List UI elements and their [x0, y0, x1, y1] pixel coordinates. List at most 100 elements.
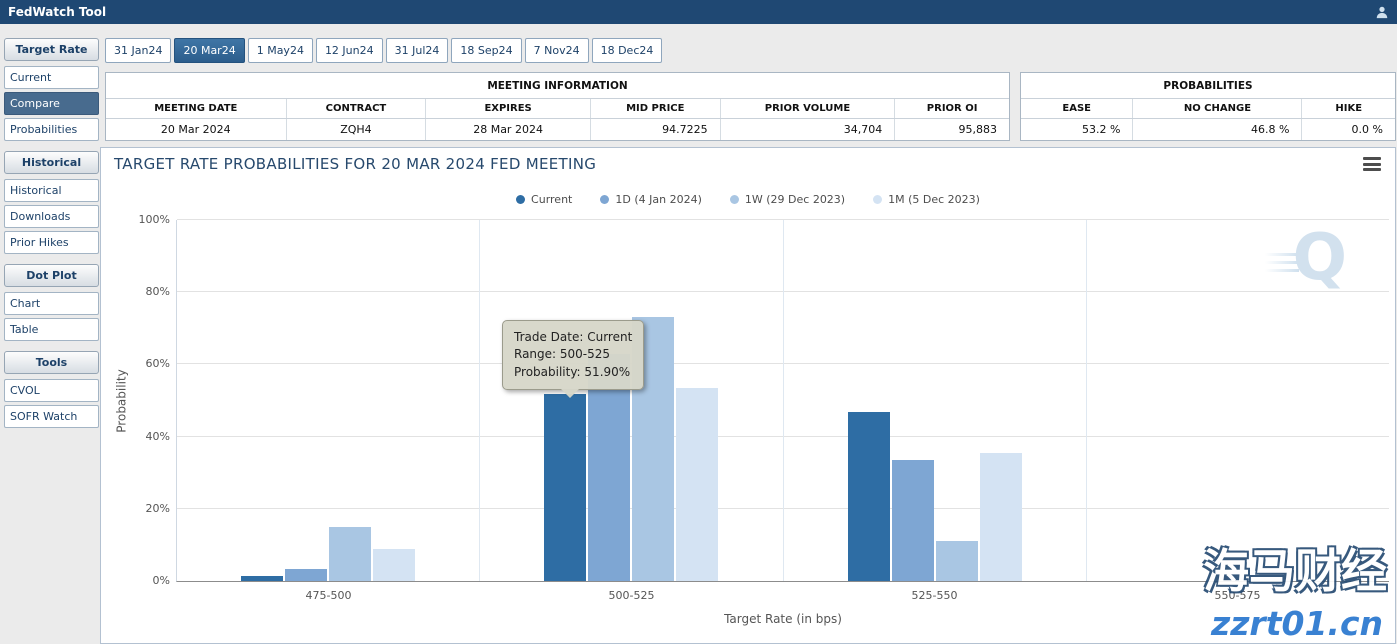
sidebar-group-dot-plot[interactable]: Dot Plot [4, 264, 99, 287]
legend-item-current[interactable]: Current [516, 193, 572, 206]
user-icon[interactable] [1375, 5, 1389, 19]
y-tick-0: 0% [153, 574, 170, 587]
tab-18-dec24[interactable]: 18 Dec24 [592, 38, 663, 63]
legend-dot-current [516, 195, 525, 204]
cell-28-mar-2024: 28 Mar 2024 [425, 119, 590, 140]
meeting-info-value-row: 20 Mar 2024ZQH428 Mar 202494.722534,7049… [106, 118, 1009, 140]
bar-1d-4-jan-2024-475-500[interactable] [285, 569, 327, 581]
sidebar-item-historical[interactable]: Historical [4, 179, 99, 202]
tab-20-mar24[interactable]: 20 Mar24 [174, 38, 244, 63]
cell-20-mar-2024: 20 Mar 2024 [106, 119, 286, 140]
tab-7-nov24[interactable]: 7 Nov24 [525, 38, 589, 63]
bar-groups [177, 220, 1389, 581]
legend: Current 1D (4 Jan 2024) 1W (29 Dec 2023) 1M… [101, 193, 1395, 206]
legend-label-1d-4-jan-2024: 1D (4 Jan 2024) [615, 193, 702, 206]
tooltip-probability: Probability: 51.90% [514, 364, 632, 381]
legend-item-1d-4-jan-2024[interactable]: 1D (4 Jan 2024) [600, 193, 702, 206]
chart-title: TARGET RATE PROBABILITIES FOR 20 MAR 202… [114, 155, 596, 173]
tab-12-jun24[interactable]: 12 Jun24 [316, 38, 383, 63]
col-header-prior-oi: PRIOR OI [894, 99, 1009, 118]
sidebar-item-sofr-watch[interactable]: SOFR Watch [4, 405, 99, 428]
tab-1-may24[interactable]: 1 May24 [248, 38, 313, 63]
cell-0-0: 0.0 % [1301, 119, 1395, 140]
legend-dot-1d-4-jan-2024 [600, 195, 609, 204]
bar-1m-5-dec-2023-500-525[interactable] [676, 388, 718, 581]
brand-watermark: 海马财经 [1203, 535, 1387, 601]
cell-95-883: 95,883 [894, 119, 1009, 140]
meeting-info-title: MEETING INFORMATION [106, 73, 1009, 98]
legend-dot-1m-5-dec-2023 [873, 195, 882, 204]
sidebar: Target Rate Current Compare Probabilities Hi… [4, 38, 99, 431]
x-label-475-500: 475-500 [177, 589, 480, 602]
hamburger-menu-icon[interactable] [1363, 157, 1381, 171]
y-axis-ticks: 0%20%40%60%80%100% [128, 220, 170, 581]
bar-group-475-500 [177, 220, 479, 581]
tab-31-jul24[interactable]: 31 Jul24 [386, 38, 449, 63]
meeting-info-panel: MEETING INFORMATION MEETING DATECONTRACT… [105, 72, 1010, 141]
plot-area: Probability 0%20%40%60%80%100% Trade Dat… [176, 220, 1389, 582]
y-tick-100: 100% [139, 213, 170, 226]
sidebar-item-compare[interactable]: Compare [4, 92, 99, 115]
col-header-prior-volume: PRIOR VOLUME [720, 99, 895, 118]
bar-1m-5-dec-2023-475-500[interactable] [373, 549, 415, 581]
sidebar-group-target-rate[interactable]: Target Rate [4, 38, 99, 61]
cell-94-7225: 94.7225 [590, 119, 720, 140]
app-title: FedWatch Tool [8, 5, 106, 19]
cell-46-8: 46.8 % [1132, 119, 1301, 140]
bar-1d-4-jan-2024-525-550[interactable] [892, 460, 934, 581]
col-header-no-change: NO CHANGE [1132, 99, 1301, 118]
bar-group-525-550 [783, 220, 1086, 581]
app-header: FedWatch Tool [0, 0, 1397, 24]
meeting-date-tabs: 31 Jan2420 Mar241 May2412 Jun2431 Jul241… [105, 38, 662, 63]
probabilities-value-row: 53.2 %46.8 %0.0 % [1021, 118, 1395, 140]
tab-18-sep24[interactable]: 18 Sep24 [451, 38, 521, 63]
cell-53-2: 53.2 % [1021, 119, 1132, 140]
y-tick-20: 20% [146, 502, 170, 515]
sidebar-group-tools[interactable]: Tools [4, 351, 99, 374]
tooltip-range: Range: 500-525 [514, 346, 632, 363]
cell-zqh4: ZQH4 [286, 119, 426, 140]
x-label-500-525: 500-525 [480, 589, 783, 602]
tooltip-trade-date: Trade Date: Current [514, 329, 632, 346]
chart-tooltip: Trade Date: Current Range: 500-525 Proba… [502, 320, 644, 390]
site-watermark: zzrt01.cn [1211, 604, 1383, 643]
sidebar-item-cvol[interactable]: CVOL [4, 379, 99, 402]
y-axis-title: Probability [115, 220, 129, 581]
x-label-525-550: 525-550 [783, 589, 1086, 602]
col-header-meeting-date: MEETING DATE [106, 99, 286, 118]
bar-current-525-550[interactable] [848, 412, 890, 581]
legend-item-1w-29-dec-2023[interactable]: 1W (29 Dec 2023) [730, 193, 845, 206]
bar-current-500-525[interactable] [544, 394, 586, 581]
bar-1w-29-dec-2023-525-550[interactable] [936, 541, 978, 581]
sidebar-item-probabilities[interactable]: Probabilities [4, 118, 99, 141]
col-header-hike: HIKE [1301, 99, 1395, 118]
legend-item-1m-5-dec-2023[interactable]: 1M (5 Dec 2023) [873, 193, 980, 206]
probabilities-header-row: EASENO CHANGEHIKE [1021, 98, 1395, 118]
cell-34-704: 34,704 [720, 119, 895, 140]
sidebar-item-table[interactable]: Table [4, 318, 99, 341]
col-header-mid-price: MID PRICE [590, 99, 720, 118]
legend-label-1w-29-dec-2023: 1W (29 Dec 2023) [745, 193, 845, 206]
bar-group-500-525 [479, 220, 782, 581]
bar-1w-29-dec-2023-475-500[interactable] [329, 527, 371, 581]
sidebar-item-current[interactable]: Current [4, 66, 99, 89]
bar-1m-5-dec-2023-525-550[interactable] [980, 453, 1022, 581]
col-header-expires: EXPIRES [425, 99, 590, 118]
bar-current-475-500[interactable] [241, 576, 283, 581]
legend-label-1m-5-dec-2023: 1M (5 Dec 2023) [888, 193, 980, 206]
tab-31-jan24[interactable]: 31 Jan24 [105, 38, 171, 63]
sidebar-item-downloads[interactable]: Downloads [4, 205, 99, 228]
chart-panel: TARGET RATE PROBABILITIES FOR 20 MAR 202… [100, 147, 1396, 644]
y-tick-40: 40% [146, 430, 170, 443]
sidebar-item-chart[interactable]: Chart [4, 292, 99, 315]
legend-dot-1w-29-dec-2023 [730, 195, 739, 204]
sidebar-item-prior-hikes[interactable]: Prior Hikes [4, 231, 99, 254]
meeting-info-header-row: MEETING DATECONTRACTEXPIRESMID PRICEPRIO… [106, 98, 1009, 118]
sidebar-group-historical[interactable]: Historical [4, 151, 99, 174]
probabilities-title: PROBABILITIES [1021, 73, 1395, 98]
col-header-contract: CONTRACT [286, 99, 426, 118]
x-axis-title: Target Rate (in bps) [177, 612, 1389, 626]
y-tick-80: 80% [146, 285, 170, 298]
probabilities-panel: PROBABILITIES EASENO CHANGEHIKE 53.2 %46… [1020, 72, 1396, 141]
col-header-ease: EASE [1021, 99, 1132, 118]
